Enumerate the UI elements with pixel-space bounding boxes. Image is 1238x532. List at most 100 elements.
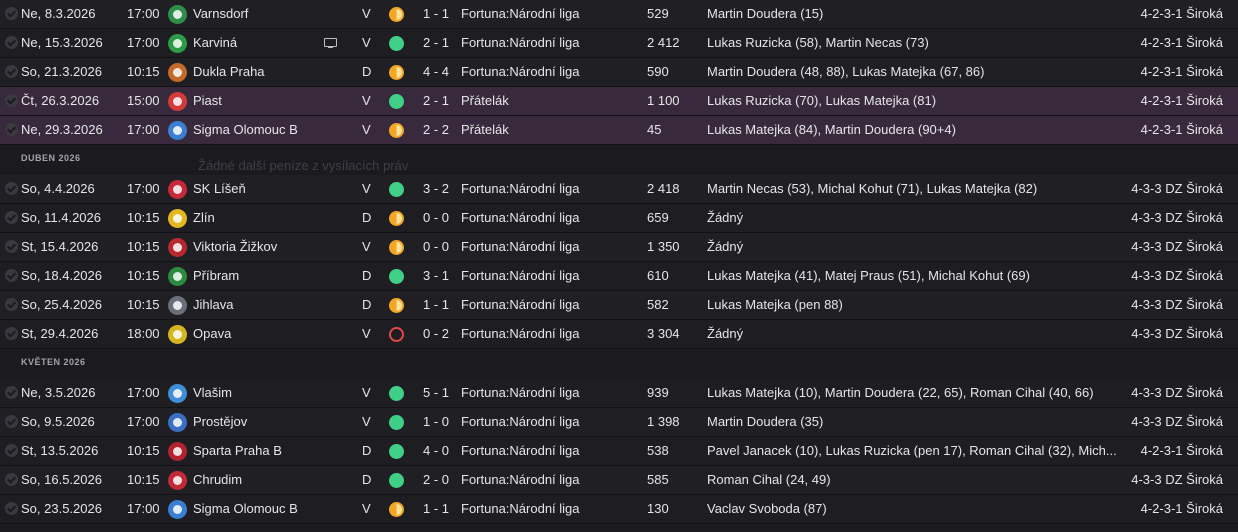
fixture-time: 17:00 [127, 385, 160, 400]
opponent-crest-icon [168, 209, 187, 228]
match-score-link[interactable]: 5 - 1 [423, 379, 449, 407]
fixture-row[interactable]: Ne, 15.3.2026 17:00 Karviná V 2 - 1 Fortuna:N… [0, 29, 1238, 58]
opponent-crest-icon [168, 384, 187, 403]
fixture-row[interactable]: So, 21.3.2026 10:15 Dukla Praha D 4 - 4 Fortu… [0, 58, 1238, 87]
played-check-icon [5, 211, 18, 224]
match-score-link[interactable]: 2 - 0 [423, 466, 449, 494]
match-score-link[interactable]: 0 - 0 [423, 204, 449, 232]
match-score-link[interactable]: 2 - 1 [423, 29, 449, 57]
month-header: KVĚTEN 2026 [0, 349, 1238, 379]
match-score-link[interactable]: 4 - 0 [423, 437, 449, 465]
fixture-row[interactable]: So, 18.4.2026 10:15 Příbram D 3 - 1 Fortuna:N… [0, 262, 1238, 291]
fixture-time: 17:00 [127, 501, 160, 516]
attendance-value: 659 [647, 210, 669, 225]
competition-name: Fortuna:Národní liga [461, 443, 580, 458]
formation-label: 4-3-3 DZ Široká [1131, 268, 1223, 283]
opponent-name-link[interactable]: Sigma Olomouc B [193, 495, 298, 523]
attendance-value: 939 [647, 385, 669, 400]
result-win-icon [389, 94, 404, 109]
match-score-link[interactable]: 3 - 1 [423, 262, 449, 290]
played-check-icon [5, 182, 18, 195]
fixture-time: 17:00 [127, 6, 160, 21]
venue-indicator: D [362, 472, 372, 487]
result-draw-icon [389, 502, 404, 517]
fixture-date: So, 16.5.2026 [21, 472, 102, 487]
attendance-value: 130 [647, 501, 669, 516]
match-score-link[interactable]: 3 - 2 [423, 175, 449, 203]
fixture-time: 10:15 [127, 297, 160, 312]
venue-indicator: D [362, 64, 372, 79]
played-check-icon [5, 123, 18, 136]
match-score-link[interactable]: 1 - 0 [423, 408, 449, 436]
fixture-row[interactable]: So, 4.4.2026 17:00 SK Líšeň V 3 - 2 Fortuna:N… [0, 175, 1238, 204]
played-check-icon [5, 240, 18, 253]
fixture-row[interactable]: So, 23.5.2026 17:00 Sigma Olomouc B V 1 - 1 F… [0, 495, 1238, 524]
fixture-time: 17:00 [127, 181, 160, 196]
goal-scorers: Lukas Ruzicka (70), Lukas Matejka (81) [707, 93, 937, 108]
result-win-icon [389, 269, 404, 284]
match-score-link[interactable]: 1 - 1 [423, 291, 449, 319]
opponent-name-link[interactable]: Zlín [193, 204, 215, 232]
opponent-name-link[interactable]: Vlašim [193, 379, 232, 407]
fixture-row[interactable]: Ne, 3.5.2026 17:00 Vlašim V 5 - 1 Fortuna:Nár… [0, 379, 1238, 408]
match-score-link[interactable]: 1 - 1 [423, 495, 449, 523]
competition-name: Fortuna:Národní liga [461, 268, 580, 283]
played-check-icon [5, 65, 18, 78]
fixture-date: So, 11.4.2026 [21, 210, 101, 225]
opponent-name-link[interactable]: Dukla Praha [193, 58, 265, 86]
attendance-value: 3 304 [647, 326, 680, 341]
result-draw-icon [389, 65, 404, 80]
opponent-crest-icon [168, 296, 187, 315]
match-score-link[interactable]: 4 - 4 [423, 58, 449, 86]
venue-indicator: V [362, 35, 371, 50]
competition-name: Fortuna:Národní liga [461, 326, 580, 341]
fixture-row[interactable]: Ne, 29.3.2026 17:00 Sigma Olomouc B V 2 - 2 P… [0, 116, 1238, 145]
goal-scorers: Vaclav Svoboda (87) [707, 501, 827, 516]
opponent-name-link[interactable]: Piast [193, 87, 222, 115]
match-score-link[interactable]: 0 - 0 [423, 233, 449, 261]
attendance-value: 1 398 [647, 414, 680, 429]
opponent-crest-icon [168, 325, 187, 344]
fixture-row[interactable]: Ne, 8.3.2026 17:00 Varnsdorf V 1 - 1 Fortuna:… [0, 0, 1238, 29]
opponent-name-link[interactable]: Příbram [193, 262, 239, 290]
fixture-row[interactable]: So, 16.5.2026 10:15 Chrudim D 2 - 0 Fortuna:N… [0, 466, 1238, 495]
opponent-name-link[interactable]: Karviná [193, 29, 237, 57]
competition-name: Fortuna:Národní liga [461, 472, 580, 487]
match-score-link[interactable]: 2 - 1 [423, 87, 449, 115]
formation-label: 4-2-3-1 Široká [1140, 64, 1223, 79]
formation-label: 4-3-3 DZ Široká [1131, 385, 1223, 400]
attendance-value: 538 [647, 443, 669, 458]
formation-label: 4-3-3 DZ Široká [1131, 239, 1223, 254]
opponent-name-link[interactable]: Opava [193, 320, 231, 348]
result-draw-icon [389, 240, 404, 255]
result-win-icon [389, 386, 404, 401]
month-header: DUBEN 2026 [0, 145, 1238, 175]
opponent-name-link[interactable]: Jihlava [193, 291, 233, 319]
fixture-row[interactable]: St, 29.4.2026 18:00 Opava V 0 - 2 Fortuna:Nár… [0, 320, 1238, 349]
fixture-row[interactable]: St, 15.4.2026 10:15 Viktoria Žižkov V 0 - 0 F… [0, 233, 1238, 262]
match-score-link[interactable]: 2 - 2 [423, 116, 449, 144]
competition-name: Fortuna:Národní liga [461, 64, 580, 79]
opponent-name-link[interactable]: Sigma Olomouc B [193, 116, 298, 144]
opponent-name-link[interactable]: Chrudim [193, 466, 242, 494]
fixture-row[interactable]: St, 13.5.2026 10:15 Sparta Praha B D 4 - 0 Fo… [0, 437, 1238, 466]
fixture-row[interactable]: So, 25.4.2026 10:15 Jihlava D 1 - 1 Fortuna:N… [0, 291, 1238, 320]
opponent-name-link[interactable]: SK Líšeň [193, 175, 246, 203]
opponent-name-link[interactable]: Sparta Praha B [193, 437, 282, 465]
fixture-time: 10:15 [127, 443, 160, 458]
opponent-name-link[interactable]: Varnsdorf [193, 0, 248, 28]
match-score-link[interactable]: 1 - 1 [423, 0, 449, 28]
fixture-row[interactable]: Čt, 26.3.2026 15:00 Piast V 2 - 1 Přátelák 1 1… [0, 87, 1238, 116]
opponent-crest-icon [168, 238, 187, 257]
result-draw-icon [389, 298, 404, 313]
fixture-time: 10:15 [127, 64, 160, 79]
opponent-name-link[interactable]: Prostějov [193, 408, 247, 436]
goal-scorers: Martin Necas (53), Michal Kohut (71), Lu… [707, 181, 1038, 196]
competition-name: Fortuna:Národní liga [461, 181, 580, 196]
match-score-link[interactable]: 0 - 2 [423, 320, 449, 348]
fixture-row[interactable]: So, 11.4.2026 10:15 Zlín D 0 - 0 Fortuna:Náro… [0, 204, 1238, 233]
opponent-name-link[interactable]: Viktoria Žižkov [193, 233, 277, 261]
venue-indicator: V [362, 385, 371, 400]
fixture-row[interactable]: So, 9.5.2026 17:00 Prostějov V 1 - 0 Fortuna:… [0, 408, 1238, 437]
goal-scorers: Žádný [707, 326, 744, 341]
